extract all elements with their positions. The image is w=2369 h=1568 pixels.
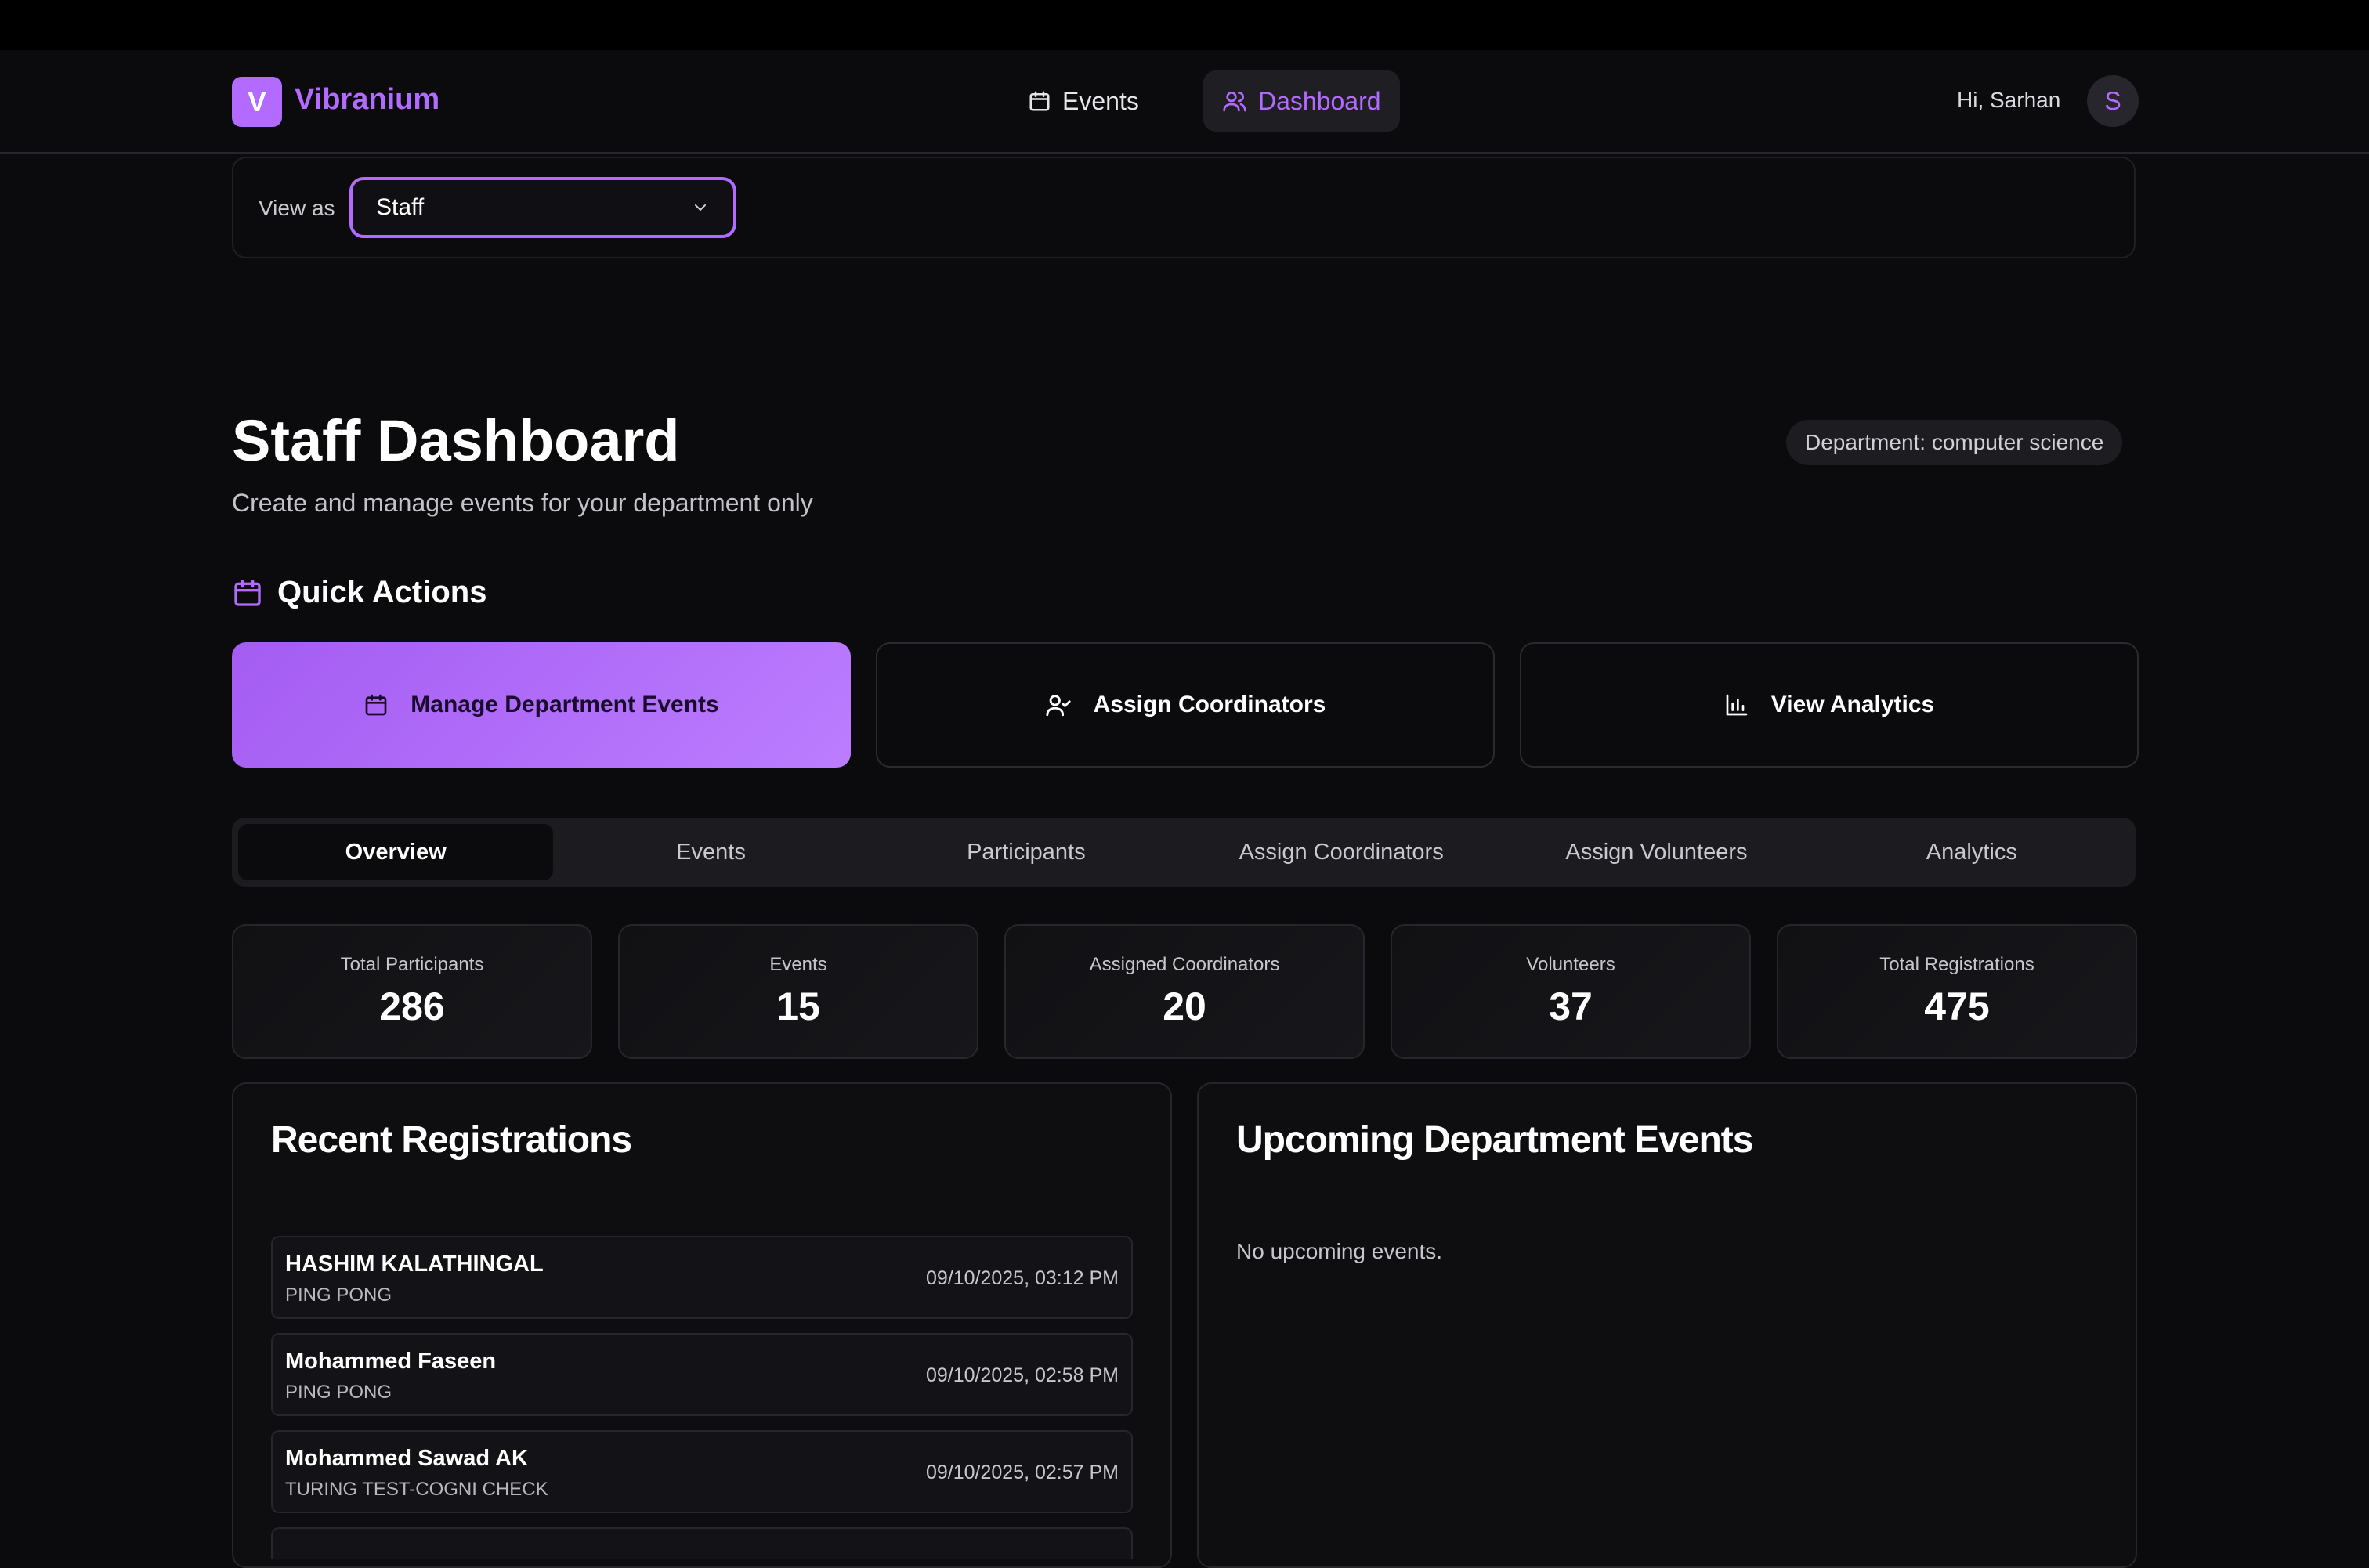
stat-value: 475 (1924, 985, 1990, 1028)
stat-label: Volunteers (1526, 954, 1615, 975)
registration-time: 09/10/2025, 03:12 PM (925, 1267, 1119, 1289)
recent-registrations-panel: Recent Registrations HASHIM KALATHINGAL … (232, 1082, 1172, 1568)
list-item[interactable]: Mohammed Faseen PING PONG 09/10/2025, 02… (271, 1333, 1133, 1416)
stat-total-participants: Total Participants 286 (232, 924, 592, 1059)
quick-actions-heading: Quick Actions (232, 575, 486, 610)
stat-label: Total Registrations (1879, 954, 2034, 975)
tab-participants[interactable]: Participants (869, 824, 1184, 880)
list-item[interactable]: HASHIM KALATHINGAL PING PONG 09/10/2025,… (271, 1236, 1133, 1319)
chevron-down-icon (691, 198, 710, 217)
registration-event: PING PONG (285, 1284, 392, 1306)
department-badge: Department: computer science (1786, 420, 2123, 465)
calendar-icon (1028, 89, 1051, 113)
stat-value: 37 (1549, 985, 1593, 1028)
registration-time: 09/10/2025, 02:58 PM (925, 1364, 1119, 1386)
tab-analytics[interactable]: Analytics (1814, 824, 2129, 880)
registration-event: TURING TEST-COGNI CHECK (285, 1479, 548, 1500)
stat-value: 286 (379, 985, 445, 1028)
stat-value: 20 (1163, 985, 1206, 1028)
tab-assign-coordinators[interactable]: Assign Coordinators (1184, 824, 1499, 880)
users-icon (1222, 89, 1247, 114)
avatar[interactable]: S (2087, 75, 2139, 127)
upcoming-events-panel: Upcoming Department Events No upcoming e… (1197, 1082, 2137, 1568)
stat-total-registrations: Total Registrations 475 (1777, 924, 2137, 1059)
view-as-selected: Staff (376, 194, 425, 220)
stat-label: Assigned Coordinators (1089, 954, 1280, 975)
manage-department-events-label: Manage Department Events (411, 692, 719, 717)
registrant-name: HASHIM KALATHINGAL (285, 1252, 544, 1277)
view-analytics-label: View Analytics (1770, 692, 1935, 717)
tab-overview[interactable]: Overview (238, 824, 554, 880)
upcoming-events-title: Upcoming Department Events (1236, 1119, 1753, 1161)
dashboard-tabs: Overview Events Participants Assign Coor… (232, 818, 2136, 887)
registration-time: 09/10/2025, 02:57 PM (925, 1461, 1119, 1483)
view-as-label: View as (259, 196, 335, 220)
list-item[interactable]: Mohammed Sawad AK TURING TEST-COGNI CHEC… (271, 1430, 1133, 1513)
brand-name[interactable]: Vibranium (295, 83, 439, 117)
assign-coordinators-button[interactable]: Assign Coordinators (876, 642, 1495, 768)
stat-volunteers: Volunteers 37 (1391, 924, 1751, 1059)
stat-label: Events (769, 954, 827, 975)
logo-icon[interactable]: V (232, 77, 282, 127)
stat-events: Events 15 (618, 924, 978, 1059)
calendar-icon (232, 577, 263, 609)
top-strip (0, 0, 2369, 50)
view-analytics-button[interactable]: View Analytics (1520, 642, 2139, 768)
stat-value: 15 (776, 985, 820, 1028)
nav-events-label: Events (1062, 86, 1139, 115)
assign-coordinators-label: Assign Coordinators (1093, 692, 1326, 717)
manage-department-events-button[interactable]: Manage Department Events (232, 642, 851, 768)
user-check-icon (1045, 692, 1072, 718)
page-subtitle: Create and manage events for your depart… (232, 489, 813, 517)
tab-assign-volunteers[interactable]: Assign Volunteers (1499, 824, 1814, 880)
calendar-icon (363, 692, 389, 717)
nav-dashboard-label: Dashboard (1258, 86, 1381, 115)
view-as-select[interactable]: Staff (349, 177, 736, 238)
quick-actions-title: Quick Actions (277, 575, 487, 609)
user-greeting: Hi, Sarhan (1957, 88, 2061, 112)
nav-events[interactable]: Events (1015, 70, 1152, 132)
registration-event: PING PONG (285, 1382, 392, 1403)
stat-assigned-coordinators: Assigned Coordinators 20 (1004, 924, 1365, 1059)
registrant-name: Mohammed Sawad AK (285, 1446, 528, 1471)
recent-registrations-title: Recent Registrations (271, 1119, 632, 1161)
page-title: Staff Dashboard (232, 408, 680, 473)
stat-label: Total Participants (340, 954, 484, 975)
nav-dashboard[interactable]: Dashboard (1203, 70, 1400, 132)
tab-events[interactable]: Events (553, 824, 868, 880)
bar-chart-icon (1724, 692, 1749, 717)
registrant-name: Mohammed Faseen (285, 1349, 497, 1374)
list-item[interactable] (271, 1527, 1133, 1559)
empty-state-text: No upcoming events. (1236, 1239, 1443, 1263)
